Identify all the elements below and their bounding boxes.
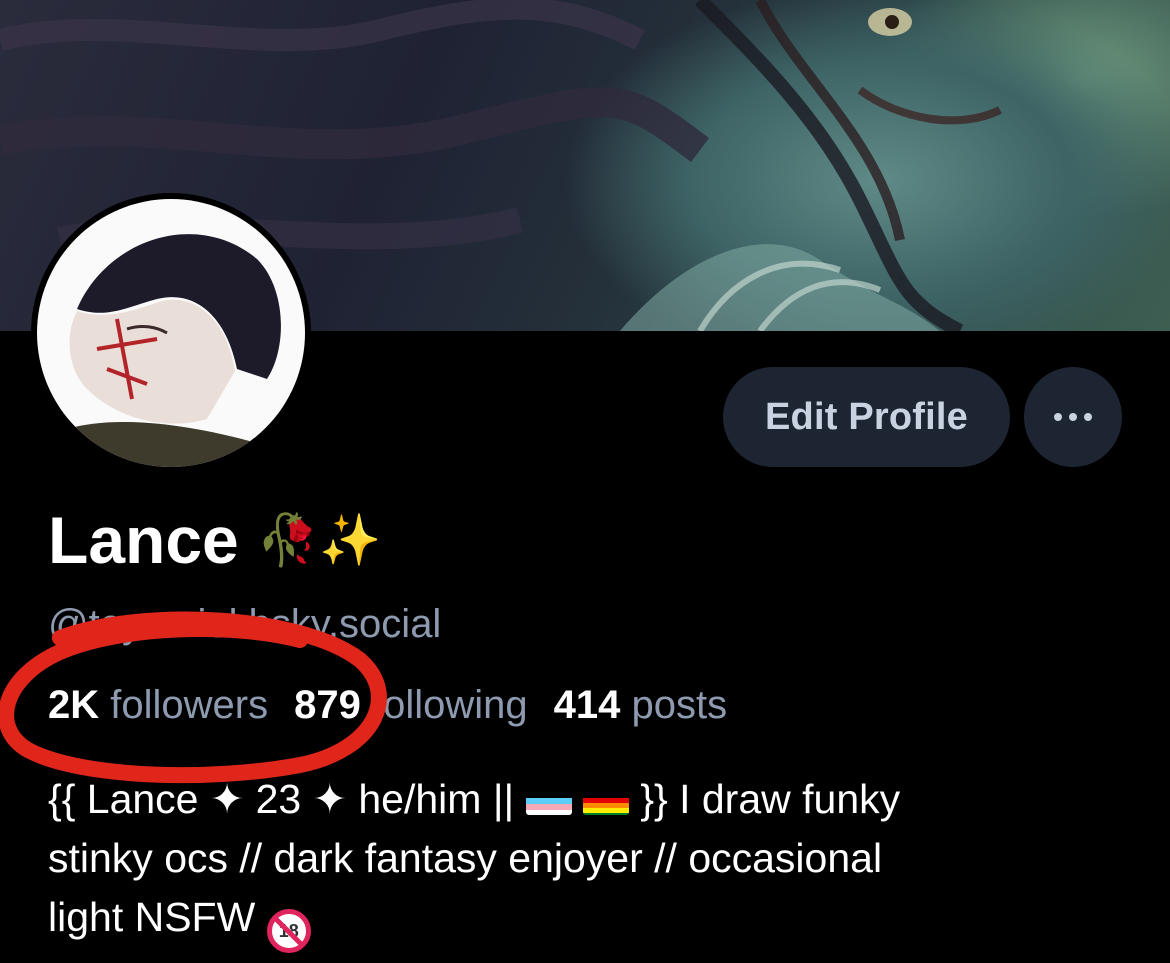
display-name: Lance <box>48 503 239 577</box>
rainbow-flag-icon <box>582 785 629 815</box>
more-options-button[interactable] <box>1024 367 1122 467</box>
bio-line-2: stinky ocs // dark fantasy enjoyer // oc… <box>48 835 883 881</box>
posts-stat: 414 posts <box>554 683 727 727</box>
no-one-under-eighteen-icon: 18 <box>266 909 311 953</box>
name-emoji: 🥀✨ <box>256 512 382 568</box>
bio-line-1-b: }} I draw funky <box>628 776 901 822</box>
bio-line-3-text: light NSFW <box>48 894 267 940</box>
edit-profile-button[interactable]: Edit Profile <box>723 367 1010 467</box>
profile-bio: {{ Lance ✦ 23 ✦ he/him || }} I draw funk… <box>48 770 1108 953</box>
posts-label: posts <box>631 683 728 727</box>
no18-label: 18 <box>278 921 299 941</box>
edit-profile-label: Edit Profile <box>765 395 968 438</box>
more-horizontal-icon-dot <box>1069 413 1077 421</box>
red-circle-annotation <box>0 611 387 784</box>
bio-line-3: light NSFW 18 <box>48 888 1108 953</box>
avatar[interactable] <box>31 193 311 473</box>
display-name-row: Lance 🥀✨ <box>48 500 381 580</box>
transgender-flag-icon <box>525 785 572 815</box>
more-horizontal-icon-dot <box>1084 413 1092 421</box>
avatar-image <box>37 199 305 467</box>
posts-count: 414 <box>553 683 621 727</box>
more-horizontal-icon <box>1054 413 1062 421</box>
